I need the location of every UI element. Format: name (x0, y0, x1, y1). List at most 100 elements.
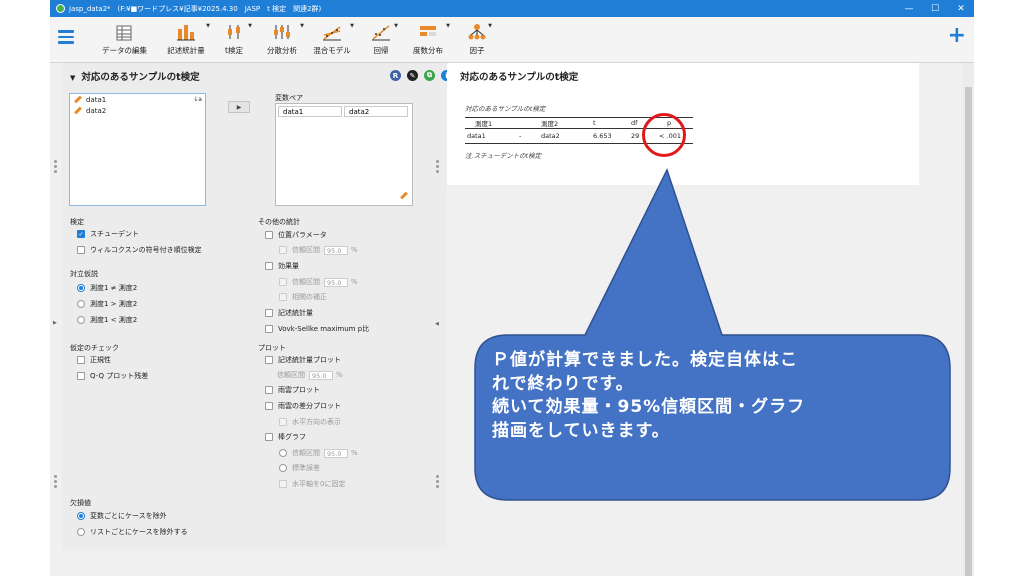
descriptives-checkbox[interactable]: 記述統計量 (265, 308, 313, 318)
factor-icon (464, 21, 490, 41)
pair-cell-1[interactable]: data1 (278, 106, 342, 117)
splitter-grip-icon[interactable] (436, 160, 440, 175)
check-icon: ✓ (77, 230, 85, 238)
test-header: 検定 (70, 218, 84, 226)
toolbar-descriptives[interactable]: 記述統計量 ▼ (164, 21, 210, 59)
ci-value-field[interactable]: 95.0 (309, 370, 333, 380)
maximize-button[interactable]: ☐ (922, 0, 948, 17)
location-param-checkbox[interactable]: 位置パラメータ (265, 230, 327, 240)
wilcoxon-checkbox[interactable]: ウィルコクスンの符号付き順位検定 (77, 245, 202, 255)
jasp-window: jasp_data2* (F:¥■ワードプレス¥記事¥2025.4.30 JAS… (50, 0, 974, 576)
collapse-triangle-icon[interactable]: ▼ (70, 74, 75, 82)
jasp-app-icon (56, 4, 65, 13)
chevron-down-icon: ▼ (206, 23, 210, 29)
normality-checkbox[interactable]: 正規性 (77, 355, 111, 365)
scale-variable-icon (74, 95, 82, 104)
scale-variable-icon (74, 106, 82, 115)
missing-listwise-radio[interactable]: リストごとにケースを除外する (77, 527, 188, 537)
missing-header: 欠損値 (70, 499, 91, 507)
mixed-model-icon (312, 21, 352, 41)
alt-neq-radio[interactable]: 測度1 ≠ 測度2 (77, 283, 137, 293)
window-title: jasp_data2* (F:¥■ワードプレス¥記事¥2025.4.30 JAS… (69, 4, 322, 13)
col-t: t (593, 119, 596, 127)
ci-value-field[interactable]: 95.0 (324, 245, 348, 255)
toolbar-mixed-models[interactable]: 混合モデル ▼ (312, 21, 354, 59)
scrollbar-thumb[interactable] (965, 87, 972, 576)
chevron-down-icon: ▼ (300, 23, 304, 29)
collapse-left-icon[interactable]: ▶ (53, 320, 57, 326)
chevron-down-icon: ▼ (446, 23, 450, 29)
correlation-correction-checkbox[interactable]: 相関の補正 (279, 292, 327, 302)
raincloud-checkbox[interactable]: 雨雲プロット (265, 385, 320, 395)
callout-text: Ｐ値が計算できました。検定自体はこ れで終わりです。 続いて効果量・95%信頼区… (492, 350, 806, 441)
duplicate-icon[interactable]: ⧉ (424, 70, 435, 81)
toolbar-regression[interactable]: 回帰 ▼ (366, 21, 398, 59)
analysis-options-panel: ▼対応のあるサンプルのt検定 R ✎ ⧉ i × data1 data2 ↓a … (62, 63, 480, 576)
variable-item[interactable]: data1 (70, 94, 205, 105)
sort-icon[interactable]: ↓a (193, 97, 202, 103)
location-ci-checkbox[interactable]: 信頼区間 95.0% (279, 245, 358, 255)
effect-size-checkbox[interactable]: 効果量 (265, 261, 299, 271)
close-button[interactable]: ✕ (948, 0, 974, 17)
variable-pairs-list[interactable]: data1 data2 (275, 103, 413, 206)
other-stats-header: その他の統計 (258, 218, 300, 226)
anova-icon (262, 21, 302, 41)
alt-gt-radio[interactable]: 測度1 > 測度2 (77, 299, 137, 309)
left-grip-icon[interactable] (54, 160, 58, 175)
plots-header: プロット (258, 344, 286, 352)
r-syntax-icon[interactable]: R (390, 70, 401, 81)
frequencies-icon (408, 21, 448, 41)
toolbar-factor[interactable]: 因子 ▼ (464, 21, 492, 59)
t-test-icon (218, 21, 250, 41)
available-variables-list[interactable]: data1 data2 ↓a (69, 93, 206, 206)
chevron-down-icon: ▼ (350, 23, 354, 29)
edit-title-icon[interactable]: ✎ (407, 70, 418, 81)
vovk-sellke-checkbox[interactable]: Vovk-Sellke maximum p比 (265, 324, 369, 334)
table-caption: 対応のあるサンプルのt検定 (465, 105, 546, 113)
bar-chart-checkbox[interactable]: 棒グラフ (265, 432, 306, 442)
bar-se-radio[interactable]: 標準誤差 (279, 463, 320, 473)
title-bar: jasp_data2* (F:¥■ワードプレス¥記事¥2025.4.30 JAS… (50, 0, 974, 17)
analysis-card: ▼対応のあるサンプルのt検定 R ✎ ⧉ i × data1 data2 ↓a … (62, 63, 480, 549)
col-measure2: 測度2 (541, 120, 559, 128)
p-value-highlight-circle (642, 113, 686, 157)
ci-value-field[interactable]: 95.0 (324, 448, 348, 458)
pencil-icon (400, 182, 408, 201)
raincloud-diff-checkbox[interactable]: 雨雲の差分プロット (265, 401, 341, 411)
add-module-icon[interactable]: + (948, 25, 966, 47)
alt-lt-radio[interactable]: 測度1 < 測度2 (77, 315, 137, 325)
ci-value-field[interactable]: 95.0 (324, 277, 348, 287)
missing-by-var-radio[interactable]: 変数ごとにケースを除外 (77, 511, 167, 521)
chevron-down-icon: ▼ (248, 23, 252, 29)
toolbar-frequencies[interactable]: 度数分布 ▼ (408, 21, 450, 59)
chevron-down-icon: ▼ (488, 23, 492, 29)
toolbar-anova[interactable]: 分散分析 ▼ (262, 21, 304, 59)
spreadsheet-icon (102, 21, 146, 41)
slide-frame: jasp_data2* (F:¥■ワードプレス¥記事¥2025.4.30 JAS… (0, 0, 1024, 576)
toolbar-data-edit[interactable]: データの編集 (102, 21, 147, 59)
bar-chart-icon (164, 21, 208, 41)
student-checkbox[interactable]: ✓ スチューデント (77, 229, 139, 239)
alt-hypothesis-header: 対立仮説 (70, 270, 98, 278)
minimize-button[interactable]: — (896, 0, 922, 17)
fix-zero-checkbox[interactable]: 水平軸を0に固定 (279, 479, 345, 489)
variable-item[interactable]: data2 (70, 105, 205, 116)
pair-cell-2[interactable]: data2 (344, 106, 408, 117)
desc-plot-checkbox[interactable]: 記述統計量プロット (265, 355, 341, 365)
results-scrollbar[interactable] (963, 63, 974, 576)
collapse-results-icon[interactable]: ◀ (435, 321, 439, 327)
splitter-grip-icon[interactable] (436, 475, 440, 490)
table-note: 注.スチューデントのt検定 (465, 152, 542, 160)
analysis-title[interactable]: ▼ 対応のあるサンプルのt検定 (70, 69, 200, 83)
effect-ci-checkbox[interactable]: 信頼区間 95.0% (279, 277, 358, 287)
assign-arrow-button[interactable]: ▶ (228, 101, 250, 113)
results-title: 対応のあるサンプルのt検定 (460, 72, 579, 83)
menu-icon[interactable] (58, 30, 74, 44)
toolbar-t-test[interactable]: t検定 ▼ (218, 21, 252, 59)
bar-ci-radio[interactable]: 信頼区間 95.0% (279, 448, 358, 458)
horizontal-checkbox[interactable]: 水平方向の表示 (279, 417, 341, 427)
qq-plot-checkbox[interactable]: Q-Q プロット残差 (77, 371, 148, 381)
assumption-header: 仮定のチェック (70, 344, 119, 352)
left-grip-icon[interactable] (54, 475, 58, 490)
chevron-down-icon: ▼ (394, 23, 398, 29)
